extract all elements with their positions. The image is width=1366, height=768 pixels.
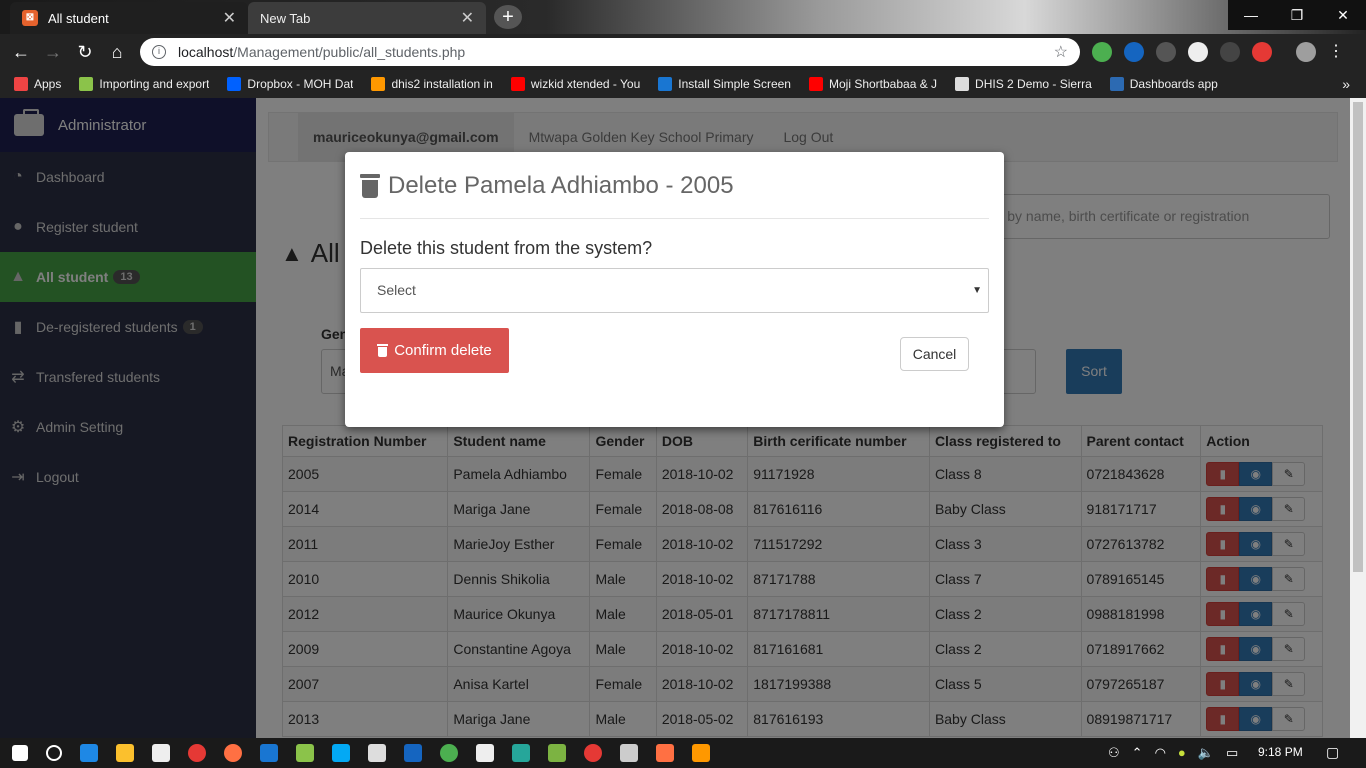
extension-icon[interactable] bbox=[1156, 42, 1176, 62]
home-icon[interactable]: ⌂ bbox=[106, 41, 128, 63]
people-icon[interactable]: ⚇ bbox=[1108, 745, 1120, 761]
extension-icon[interactable] bbox=[1092, 42, 1112, 62]
modal-question: Delete this student from the system? bbox=[360, 238, 653, 258]
app-icon[interactable] bbox=[584, 744, 602, 762]
chevron-up-icon[interactable]: ⌃ bbox=[1132, 745, 1143, 761]
blogger-icon bbox=[371, 77, 386, 91]
extension-icon[interactable] bbox=[1220, 42, 1240, 62]
app-icon[interactable] bbox=[476, 744, 494, 762]
battery-icon[interactable]: ▭ bbox=[1226, 745, 1238, 761]
bookmark-icon bbox=[79, 77, 94, 91]
bookmark-item[interactable]: Moji Shortbabaa & J bbox=[808, 77, 937, 91]
reload-icon[interactable]: ↻ bbox=[74, 41, 96, 63]
select-value: Select bbox=[377, 282, 416, 298]
app-icon[interactable] bbox=[620, 744, 638, 762]
chevron-down-icon: ▼ bbox=[972, 285, 982, 296]
mail-icon[interactable] bbox=[368, 744, 386, 762]
address-bar: ← → ↻ ⌂ i localhost/Management/public/al… bbox=[0, 34, 1366, 70]
trash-icon bbox=[377, 344, 389, 357]
page-scrollbar[interactable] bbox=[1350, 98, 1366, 738]
bookmark-apps[interactable]: Apps bbox=[14, 77, 61, 91]
chrome-icon[interactable] bbox=[440, 744, 458, 762]
bookmark-item[interactable]: Importing and export bbox=[79, 77, 209, 91]
bookmarks-bar: Apps Importing and export Dropbox - MOH … bbox=[0, 70, 1366, 98]
url-input[interactable]: i localhost/Management/public/all_studen… bbox=[140, 38, 1080, 66]
bookmark-item[interactable]: DHIS 2 Demo - Sierra bbox=[955, 77, 1092, 91]
back-icon[interactable]: ← bbox=[10, 41, 32, 63]
youtube-icon bbox=[510, 77, 525, 91]
powershell-icon[interactable] bbox=[260, 744, 278, 762]
tab-title: New Tab bbox=[260, 10, 311, 26]
extension-icon[interactable] bbox=[1188, 42, 1208, 62]
delete-student-modal: Delete Pamela Adhiambo - 2005 Delete thi… bbox=[345, 152, 1004, 427]
scrollbar-thumb[interactable] bbox=[1353, 102, 1363, 572]
apps-grid-icon bbox=[14, 77, 28, 91]
notifications-icon[interactable]: ▢ bbox=[1326, 744, 1339, 761]
app-tray-icon[interactable]: ● bbox=[1178, 745, 1186, 761]
modal-title: Delete Pamela Adhiambo - 2005 bbox=[360, 172, 734, 200]
clock[interactable]: 9:18 PM bbox=[1258, 745, 1303, 759]
extension-icon[interactable] bbox=[1252, 42, 1272, 62]
url-host: localhost bbox=[178, 44, 234, 60]
dropbox-icon bbox=[227, 77, 242, 91]
minimize-window-button[interactable]: — bbox=[1228, 0, 1274, 30]
bookmark-icon bbox=[658, 77, 673, 91]
page-icon bbox=[955, 77, 970, 91]
windows-start-icon[interactable] bbox=[12, 745, 28, 761]
bookmark-item[interactable]: Dashboards app bbox=[1109, 77, 1218, 91]
confirm-delete-button[interactable]: Confirm delete bbox=[360, 328, 509, 373]
vlc-icon[interactable] bbox=[692, 744, 710, 762]
app-icon[interactable] bbox=[548, 744, 566, 762]
system-tray: ⚇ ⌃ ◠ ● 🔈 ▭ bbox=[1108, 745, 1238, 761]
vscode-icon[interactable] bbox=[404, 744, 422, 762]
file-explorer-icon[interactable] bbox=[116, 744, 134, 762]
forward-icon[interactable]: → bbox=[42, 41, 64, 63]
delete-reason-select[interactable]: Select ▼ bbox=[360, 268, 989, 313]
app-icon[interactable] bbox=[512, 744, 530, 762]
search-icon[interactable] bbox=[46, 745, 62, 761]
bookmark-item[interactable]: Dropbox - MOH Dat bbox=[227, 77, 353, 91]
new-tab-button[interactable]: + bbox=[494, 5, 522, 29]
bookmark-item[interactable]: dhis2 installation in bbox=[371, 77, 493, 91]
close-tab-icon[interactable]: ✕ bbox=[223, 8, 236, 28]
opera-icon[interactable] bbox=[188, 744, 206, 762]
tab-new-tab[interactable]: New Tab ✕ bbox=[248, 2, 486, 34]
url-path: /Management/public/all_students.php bbox=[233, 44, 466, 60]
firefox-icon[interactable] bbox=[224, 744, 242, 762]
browser-tab-bar: ⊠ All student ✕ New Tab ✕ + — ❐ ✕ bbox=[0, 0, 1366, 34]
store-icon[interactable] bbox=[152, 744, 170, 762]
extension-icon[interactable] bbox=[1124, 42, 1144, 62]
tab-all-student[interactable]: ⊠ All student ✕ bbox=[10, 2, 248, 34]
maximize-window-button[interactable]: ❐ bbox=[1274, 0, 1320, 30]
tab-title: All student bbox=[48, 10, 109, 26]
extensions-area: ⋮ bbox=[1092, 42, 1344, 62]
more-bookmarks-icon[interactable]: » bbox=[1342, 76, 1350, 92]
dhis2-icon bbox=[1109, 77, 1124, 91]
windows-taskbar: ⚇ ⌃ ◠ ● 🔈 ▭ 9:18 PM ▢ bbox=[0, 738, 1366, 768]
windows-icon[interactable] bbox=[332, 744, 350, 762]
xampp-icon: ⊠ bbox=[22, 10, 38, 26]
close-window-button[interactable]: ✕ bbox=[1320, 0, 1366, 30]
trash-icon bbox=[360, 174, 380, 198]
android-icon[interactable] bbox=[296, 744, 314, 762]
bookmark-item[interactable]: wizkid xtended - You bbox=[510, 77, 640, 91]
volume-icon[interactable]: 🔈 bbox=[1198, 745, 1214, 761]
profile-avatar[interactable] bbox=[1296, 42, 1316, 62]
youtube-icon bbox=[808, 77, 823, 91]
wifi-icon[interactable]: ◠ bbox=[1155, 745, 1166, 761]
menu-icon[interactable]: ⋮ bbox=[1328, 42, 1344, 62]
modal-divider bbox=[360, 218, 989, 219]
cancel-button[interactable]: Cancel bbox=[900, 337, 969, 371]
info-icon[interactable]: i bbox=[152, 45, 166, 59]
xampp-icon[interactable] bbox=[656, 744, 674, 762]
bookmark-item[interactable]: Install Simple Screen bbox=[658, 77, 791, 91]
edge-icon[interactable] bbox=[80, 744, 98, 762]
close-tab-icon[interactable]: ✕ bbox=[461, 8, 474, 28]
bookmark-star-icon[interactable]: ☆ bbox=[1054, 42, 1068, 62]
